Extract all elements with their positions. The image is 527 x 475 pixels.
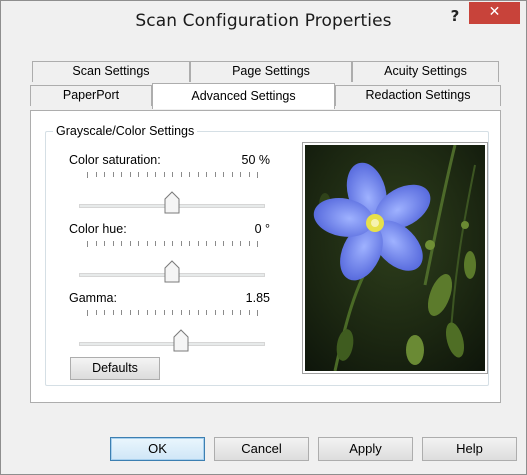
color-hue-slider[interactable] [79, 241, 265, 283]
color-saturation-label: Color saturation: [69, 153, 161, 167]
slider-thumb[interactable] [164, 260, 180, 283]
tab-panel-advanced: Grayscale/Color Settings Color saturatio… [30, 110, 501, 403]
tab-label: Redaction Settings [365, 88, 471, 102]
title-bar: Scan Configuration Properties ? ✕ [1, 1, 526, 39]
tab-paperport[interactable]: PaperPort [30, 85, 152, 106]
grayscale-color-group: Grayscale/Color Settings Color saturatio… [45, 124, 489, 386]
gamma-value: 1.85 [245, 291, 270, 305]
ok-button[interactable]: OK [110, 437, 205, 461]
tab-scan-settings[interactable]: Scan Settings [32, 61, 190, 82]
close-icon: ✕ [488, 4, 501, 20]
slider-thumb[interactable] [164, 191, 180, 214]
slider-thumb[interactable] [173, 329, 189, 352]
help-button[interactable]: Help [422, 437, 517, 461]
tab-label: Scan Settings [72, 64, 150, 78]
color-hue-label: Color hue: [69, 222, 127, 236]
tab-acuity-settings[interactable]: Acuity Settings [352, 61, 499, 82]
color-saturation-slider[interactable] [79, 172, 265, 214]
cancel-button[interactable]: Cancel [214, 437, 309, 461]
color-saturation-value: 50 % [241, 153, 271, 167]
dialog-window: Scan Configuration Properties ? ✕ Scan S… [0, 0, 527, 475]
help-title-button[interactable]: ? [443, 5, 467, 27]
gamma-label: Gamma: [69, 291, 117, 305]
gamma-slider[interactable] [79, 310, 265, 352]
apply-button[interactable]: Apply [318, 437, 413, 461]
color-hue-value: 0 ° [254, 222, 270, 236]
group-title: Grayscale/Color Settings [53, 124, 198, 138]
tab-advanced-settings[interactable]: Advanced Settings [152, 83, 335, 109]
slider-ticks [79, 241, 265, 249]
slider-ticks [79, 310, 265, 318]
tab-label: Page Settings [232, 64, 310, 78]
slider-ticks [79, 172, 265, 180]
preview-image [302, 142, 488, 374]
flower-photo [305, 145, 485, 371]
tab-redaction-settings[interactable]: Redaction Settings [335, 85, 501, 106]
tab-label: Advanced Settings [191, 89, 296, 103]
close-button[interactable]: ✕ [469, 2, 520, 24]
tab-label: PaperPort [62, 88, 120, 102]
tab-label: Acuity Settings [384, 64, 467, 78]
defaults-button[interactable]: Defaults [70, 357, 160, 380]
tab-page-settings[interactable]: Page Settings [190, 61, 352, 82]
